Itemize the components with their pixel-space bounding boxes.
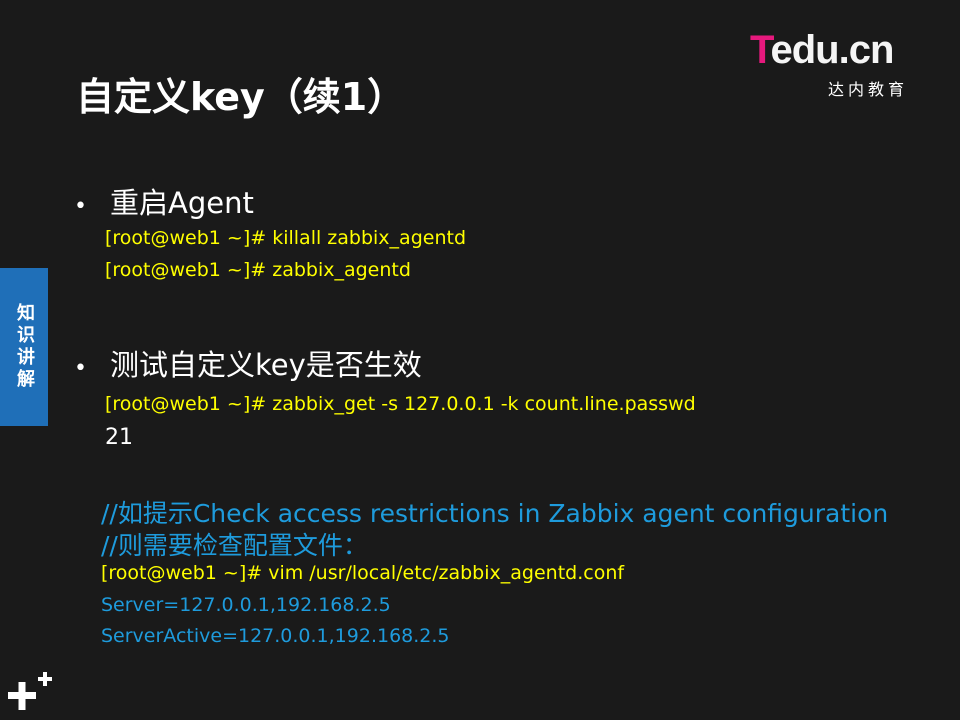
slide: 自定义key（续1） Tedu.cn 达内教育 知识讲解 • 重启Agent [… [0, 0, 960, 720]
config-command: [root@web1 ~]# vim /usr/local/etc/zabbix… [101, 562, 625, 584]
logo-t: T [750, 28, 771, 72]
logo-domain: edu.cn [770, 28, 894, 72]
config-line: ServerActive=127.0.0.1,192.168.2.5 [101, 625, 450, 647]
side-tab: 知识讲解 [0, 268, 48, 426]
command-output: 21 [105, 425, 133, 450]
tedu-logo: Tedu.cn 达内教育 [750, 28, 930, 99]
plus-icon [8, 672, 52, 710]
slide-title: 自定义key（续1） [76, 75, 406, 119]
bullet-test-key: • 测试自定义key是否生效 [74, 342, 422, 384]
bullet-dot: • [74, 194, 87, 219]
command-line: [root@web1 ~]# killall zabbix_agentd [105, 227, 466, 249]
note-line: //则需要检查配置文件： [101, 531, 368, 560]
command-line: [root@web1 ~]# zabbix_agentd [105, 259, 411, 281]
side-tab-label: 知识讲解 [14, 303, 35, 391]
bullet-heading: 测试自定义key是否生效 [110, 348, 422, 382]
command-line: [root@web1 ~]# zabbix_get -s 127.0.0.1 -… [105, 393, 696, 415]
logo-wordmark: Tedu.cn [750, 28, 930, 72]
bullet-restart-agent: • 重启Agent [74, 180, 254, 222]
note-line: //如提示Check access restrictions in Zabbix… [101, 499, 889, 528]
logo-subtitle: 达内教育 [828, 80, 909, 99]
config-line: Server=127.0.0.1,192.168.2.5 [101, 594, 391, 616]
bullet-heading: 重启Agent [110, 186, 254, 220]
bullet-dot: • [74, 356, 87, 381]
